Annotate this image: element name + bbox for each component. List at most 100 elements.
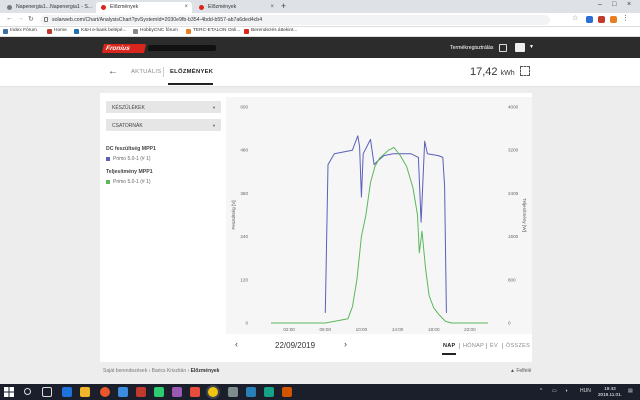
selected-date[interactable]: 22/09/2019 bbox=[275, 341, 315, 350]
right-axis-tick-label: 1600 bbox=[508, 234, 519, 239]
bookmark-item[interactable]: TERC-ETALON Onli... bbox=[186, 28, 241, 34]
clock-date: 2019.11.01. bbox=[598, 392, 622, 397]
app-icon[interactable] bbox=[228, 387, 238, 397]
period-day-tab[interactable]: NAP bbox=[443, 343, 456, 349]
right-axis-tick-label: 0 bbox=[508, 321, 511, 326]
devices-dropdown-label: KÉSZÜLÉKEK bbox=[112, 105, 145, 111]
series-line-power[interactable] bbox=[271, 147, 488, 324]
fullscreen-icon[interactable] bbox=[520, 66, 530, 76]
fronius-favicon-icon bbox=[199, 5, 204, 10]
devices-dropdown[interactable]: KÉSZÜLÉKEK ▼ bbox=[106, 101, 221, 113]
breadcrumb-item[interactable]: Barics Krisztián bbox=[152, 368, 186, 374]
breadcrumb: Saját berendezések › Barics Krisztián › … bbox=[103, 368, 219, 374]
x-axis-tick-label: 06:00 bbox=[320, 327, 332, 332]
close-tab-icon[interactable]: × bbox=[184, 4, 188, 10]
scroll-up-link[interactable]: ▲ Felfelé bbox=[510, 368, 531, 374]
back-arrow-icon[interactable]: ← bbox=[6, 15, 13, 22]
fronius-logo[interactable]: Fronius bbox=[102, 44, 146, 53]
legend-item-voltage[interactable]: Primo 5.0-1 (# 1) bbox=[106, 156, 151, 162]
task-view-icon[interactable] bbox=[42, 387, 52, 397]
app-icon[interactable] bbox=[118, 387, 128, 397]
app-icon[interactable] bbox=[264, 387, 274, 397]
window-close-icon[interactable]: × bbox=[627, 1, 631, 8]
tray-chevron-up-icon[interactable]: ^ bbox=[540, 388, 542, 394]
left-axis-tick-label: 120 bbox=[240, 277, 248, 282]
extension-icon[interactable] bbox=[586, 16, 593, 23]
right-axis-tick-label: 4000 bbox=[508, 105, 519, 110]
browser-tab-3[interactable]: Előzmények × bbox=[194, 2, 278, 13]
breadcrumb-item[interactable]: Saját berendezések bbox=[103, 368, 147, 374]
period-divider bbox=[486, 343, 487, 349]
tab-history[interactable]: ELŐZMÉNYEK bbox=[170, 69, 213, 75]
bookmark-item[interactable]: Home bbox=[47, 28, 67, 34]
tab-favicon-icon bbox=[7, 5, 12, 10]
user-avatar-icon[interactable] bbox=[515, 43, 525, 52]
file-explorer-icon[interactable] bbox=[80, 387, 90, 397]
app-icon[interactable] bbox=[172, 387, 182, 397]
left-axis-label: Feszültség [V] bbox=[231, 200, 236, 229]
bookmark-icon bbox=[47, 29, 52, 34]
chevron-down-icon[interactable]: ▼ bbox=[529, 44, 534, 50]
browser-tab-2-label: Előzmények bbox=[110, 4, 139, 10]
app-icon[interactable] bbox=[154, 387, 164, 397]
right-axis-tick-label: 3200 bbox=[508, 148, 519, 153]
next-day-button[interactable]: › bbox=[344, 339, 347, 349]
analysis-panel: KÉSZÜLÉKEK ▼ CSATORNÁK ▼ DC feszültség M… bbox=[100, 93, 532, 362]
voltage-power-chart[interactable]: 0 120 240 360 480 600 0 800 1600 2400 3200 4000 02… bbox=[226, 97, 532, 334]
star-icon[interactable]: ☆ bbox=[572, 14, 579, 22]
system-clock[interactable]: 19:43 2019.11.01. bbox=[598, 386, 622, 398]
maximize-icon[interactable]: □ bbox=[612, 1, 616, 8]
bookmark-label: Index Fórum bbox=[10, 28, 37, 33]
language-indicator[interactable]: HUN bbox=[580, 388, 591, 394]
bookmark-item[interactable]: Berendezés áttekint... bbox=[244, 28, 298, 34]
browser-tab-2[interactable]: Előzmények × bbox=[96, 2, 192, 13]
chrome-icon[interactable] bbox=[208, 387, 218, 397]
period-all-tab[interactable]: ÖSSZES bbox=[506, 343, 530, 349]
period-divider bbox=[459, 343, 460, 349]
bookmark-item[interactable]: K&H e-bank belépé... bbox=[74, 28, 127, 34]
period-year-tab[interactable]: ÉV bbox=[490, 343, 498, 349]
back-arrow-icon[interactable]: ← bbox=[108, 66, 118, 77]
search-icon[interactable] bbox=[24, 388, 31, 395]
forward-arrow-icon[interactable]: → bbox=[17, 15, 24, 22]
left-axis-tick-label: 0 bbox=[245, 321, 248, 326]
reload-icon[interactable]: ↻ bbox=[28, 15, 34, 23]
extension-icon[interactable] bbox=[610, 16, 617, 23]
x-axis-tick-label: 14:00 bbox=[392, 327, 404, 332]
bookmark-icon bbox=[3, 29, 8, 34]
address-bar-row: ← → ↻ solarweb.com/Chart/AnalysisChart?p… bbox=[0, 13, 640, 27]
firefox-icon[interactable] bbox=[100, 387, 110, 397]
minimize-icon[interactable]: – bbox=[598, 1, 602, 8]
bookmark-label: Berendezés áttekint... bbox=[251, 28, 298, 33]
notifications-icon[interactable]: ▤ bbox=[628, 388, 633, 394]
app-icon[interactable] bbox=[246, 387, 256, 397]
total-energy-unit: kWh bbox=[500, 70, 515, 77]
windows-start-icon[interactable] bbox=[4, 387, 14, 397]
network-icon[interactable]: ▭ bbox=[552, 388, 557, 394]
left-axis-tick-label: 480 bbox=[240, 148, 248, 153]
close-tab-icon[interactable]: × bbox=[270, 4, 274, 10]
period-month-tab[interactable]: HÓNAP bbox=[463, 343, 484, 349]
app-icon[interactable] bbox=[136, 387, 146, 397]
extension-icon[interactable] bbox=[598, 16, 605, 23]
bookmark-label: TERC-ETALON Onli... bbox=[193, 28, 241, 33]
new-tab-button[interactable]: + bbox=[281, 1, 286, 11]
edge-icon[interactable] bbox=[62, 387, 72, 397]
x-axis-tick-label: 02:00 bbox=[283, 327, 295, 332]
legend-item-power[interactable]: Primo 5.0-1 (# 1) bbox=[106, 179, 151, 185]
menu-dots-icon[interactable]: ⋮ bbox=[622, 14, 629, 22]
bookmark-item[interactable]: HobbyCNC fórum bbox=[133, 28, 178, 34]
previous-day-button[interactable]: ‹ bbox=[235, 339, 238, 349]
url-field[interactable]: solarweb.com/Chart/AnalysisChart?pvSyste… bbox=[40, 15, 550, 25]
channels-dropdown[interactable]: CSATORNÁK ▼ bbox=[106, 119, 221, 131]
chart-area[interactable]: 0 120 240 360 480 600 0 800 1600 2400 3200 4000 02… bbox=[226, 97, 532, 334]
browser-tab-1[interactable]: Napenergia1...Napenergia1 - S... bbox=[2, 2, 94, 13]
app-icon[interactable] bbox=[282, 387, 292, 397]
app-icon[interactable] bbox=[190, 387, 200, 397]
qr-code-icon[interactable] bbox=[499, 44, 507, 52]
bookmark-item[interactable]: Index Fórum bbox=[3, 28, 37, 34]
volume-icon[interactable]: ◖ bbox=[565, 388, 568, 394]
x-axis-tick-label: 18:00 bbox=[428, 327, 440, 332]
tab-current[interactable]: AKTUÁLIS bbox=[131, 69, 161, 75]
product-registration-link[interactable]: Termékregisztrálás bbox=[450, 45, 494, 51]
